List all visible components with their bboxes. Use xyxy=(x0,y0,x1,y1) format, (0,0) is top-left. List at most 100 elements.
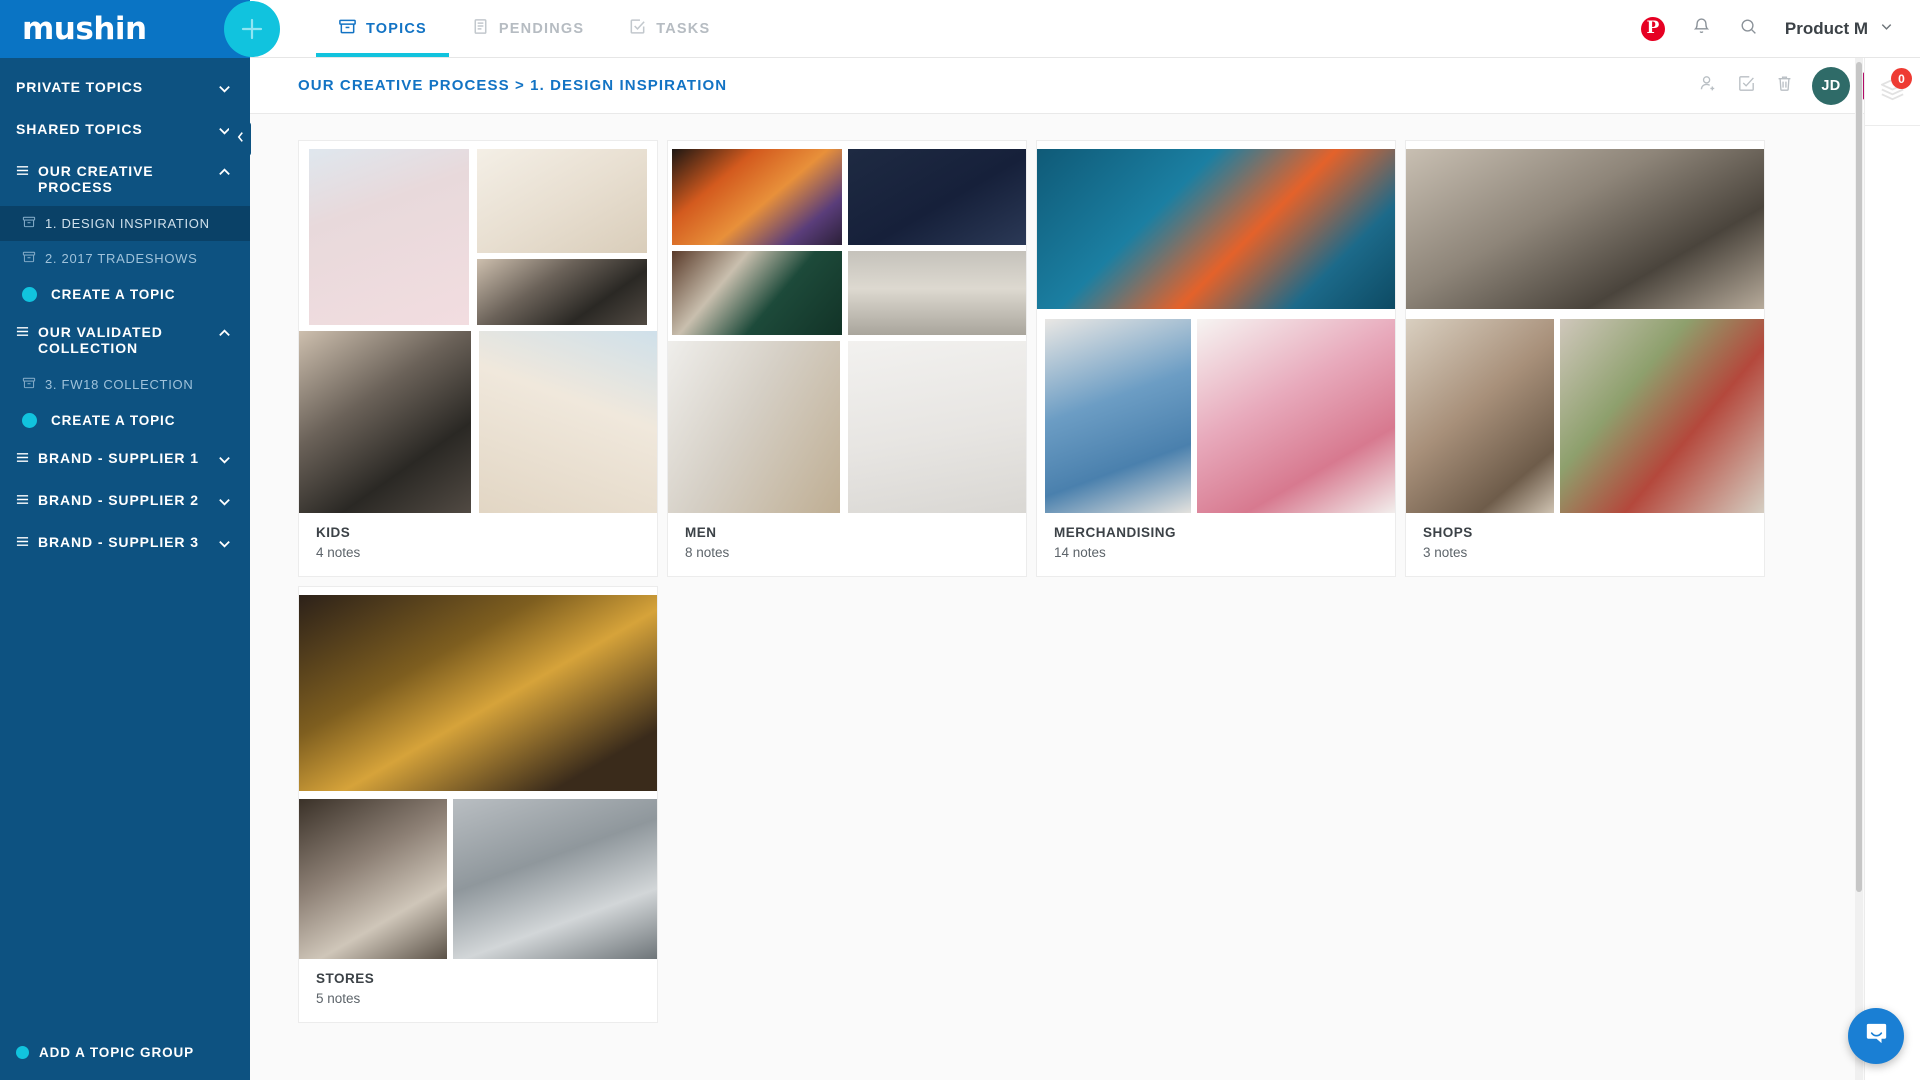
pinterest-icon[interactable]: P xyxy=(1640,16,1665,41)
search-icon[interactable] xyxy=(1738,16,1759,42)
avatar[interactable]: JD xyxy=(1812,66,1850,105)
sidebar-group-brand-supplier-2[interactable]: BRAND - SUPPLIER 2 xyxy=(0,481,250,523)
card-meta: MERCHANDISING 14 notes xyxy=(1037,513,1395,576)
topic-card[interactable]: STORES 5 notes xyxy=(298,586,658,1023)
card-note-count: 3 notes xyxy=(1423,545,1468,560)
card-title: MEN xyxy=(685,525,717,540)
brand-zone: mushin xyxy=(0,0,280,58)
thumbnail-kid-dress[interactable] xyxy=(309,149,469,325)
archive-icon xyxy=(22,215,36,232)
scrollbar-thumb[interactable] xyxy=(1856,62,1862,892)
create-topic-button[interactable]: CREATE A TOPIC xyxy=(0,276,250,313)
thumbnail-kids-duo[interactable] xyxy=(299,331,471,513)
chevron-up-icon[interactable] xyxy=(217,165,232,183)
sidebar-group-brand-supplier-3[interactable]: BRAND - SUPPLIER 3 xyxy=(0,523,250,565)
chevron-up-icon[interactable] xyxy=(217,326,232,344)
plus-dot-icon xyxy=(22,413,37,429)
chat-button[interactable] xyxy=(1848,1008,1904,1064)
drag-handle-icon[interactable] xyxy=(16,535,29,551)
topic-card[interactable]: MERCHANDISING 14 notes xyxy=(1036,140,1396,577)
breadcrumb[interactable]: OUR CREATIVE PROCESS > 1. DESIGN INSPIRA… xyxy=(298,77,727,94)
document-icon xyxy=(471,17,490,40)
sidebar-group-label: OUR CREATIVE PROCESS xyxy=(38,163,154,196)
checkbox-icon xyxy=(628,17,647,40)
sidebar-group-label: OUR VALIDATED COLLECTION xyxy=(38,324,163,357)
create-topic-button[interactable]: CREATE A TOPIC xyxy=(0,402,250,439)
card-note-count: 5 notes xyxy=(316,991,361,1006)
add-topic-group-button[interactable]: ADD A TOPIC GROUP xyxy=(0,1029,250,1080)
card-title: SHOPS xyxy=(1423,525,1473,540)
card-note-count: 8 notes xyxy=(685,545,730,560)
trash-icon[interactable] xyxy=(1774,73,1795,99)
thumbnail-navy-bomber[interactable] xyxy=(848,341,1026,513)
thumbnail-zara-collage[interactable] xyxy=(668,341,840,513)
tab-pendings[interactable]: PENDINGS xyxy=(449,0,606,57)
vertical-scrollbar[interactable] xyxy=(1855,58,1863,1080)
thumbnail-black-outfit[interactable] xyxy=(477,259,647,325)
thumbnail-blue-dress[interactable] xyxy=(1045,319,1191,513)
card-thumbnail-mosaic xyxy=(1037,141,1395,513)
card-thumbnail-mosaic xyxy=(299,587,657,959)
bell-icon[interactable] xyxy=(1691,16,1712,42)
sidebar-topic-label: 3. FW18 COLLECTION xyxy=(45,377,194,393)
add-user-icon[interactable] xyxy=(1698,73,1719,99)
drag-handle-icon[interactable] xyxy=(16,493,29,509)
layers-button[interactable]: 0 xyxy=(1865,58,1920,126)
user-menu[interactable]: Product M xyxy=(1785,19,1894,39)
sidebar-group-shared-topics[interactable]: SHARED TOPICS xyxy=(0,110,250,152)
drag-handle-icon[interactable] xyxy=(16,325,29,341)
thumbnail-navy-suit[interactable] xyxy=(848,149,1026,245)
card-meta: STORES 5 notes xyxy=(299,959,657,1022)
thumbnail-ikks-store[interactable] xyxy=(299,799,447,959)
archive-icon xyxy=(22,250,36,267)
add-button[interactable] xyxy=(224,1,280,57)
thumbnail-pink-top[interactable] xyxy=(1197,319,1395,513)
chevron-down-icon[interactable] xyxy=(217,452,232,470)
drag-handle-icon[interactable] xyxy=(16,164,29,180)
thumbnail-kid-dept[interactable] xyxy=(1406,319,1554,513)
drag-handle-icon[interactable] xyxy=(16,451,29,467)
thumbnail-striped-tee[interactable] xyxy=(848,251,1026,335)
create-topic-label: CREATE A TOPIC xyxy=(51,413,176,429)
topic-card[interactable]: KIDS 4 notes xyxy=(298,140,658,577)
thumbnail-ikks-sign[interactable] xyxy=(299,595,657,791)
sidebar-topic-2-2017-tradeshows[interactable]: 2. 2017 TRADESHOWS xyxy=(0,241,250,276)
archive-icon xyxy=(22,376,36,393)
sidebar-group-label: BRAND - SUPPLIER 1 xyxy=(38,450,199,467)
chevron-down-icon[interactable] xyxy=(217,536,232,554)
thumbnail-embroidery[interactable] xyxy=(1037,149,1395,309)
sidebar: PRIVATE TOPICS SHARED TOPICS OUR CREATIVE … xyxy=(0,58,251,1080)
tab-pendings-label: PENDINGS xyxy=(498,20,585,37)
thumbnail-cream-coat-2[interactable] xyxy=(479,331,657,513)
create-topic-label: CREATE A TOPIC xyxy=(51,287,176,303)
topic-card[interactable]: MEN 8 notes xyxy=(667,140,1027,577)
sidebar-group-private-topics[interactable]: PRIVATE TOPICS xyxy=(0,68,250,110)
sidebar-group-our-validated-collection[interactable]: OUR VALIDATED COLLECTION xyxy=(0,313,250,367)
sidebar-topic-3-fw18-collection[interactable]: 3. FW18 COLLECTION xyxy=(0,367,250,402)
thumbnail-shop-interior[interactable] xyxy=(1406,149,1764,309)
card-thumbnail-mosaic xyxy=(668,141,1026,513)
thumbnail-cream-coat[interactable] xyxy=(477,149,647,253)
select-check-icon[interactable] xyxy=(1736,73,1757,99)
thumbnail-color-rack[interactable] xyxy=(1560,319,1764,513)
thumbnail-orange-scarf[interactable] xyxy=(672,149,842,245)
sidebar-group-our-creative-process[interactable]: OUR CREATIVE PROCESS xyxy=(0,152,250,206)
layers-badge: 0 xyxy=(1891,68,1912,89)
sidebar-group-brand-supplier-1[interactable]: BRAND - SUPPLIER 1 xyxy=(0,439,250,481)
card-title: MERCHANDISING xyxy=(1054,525,1177,540)
sidebar-topic-1-design-inspiration[interactable]: 1. DESIGN INSPIRATION xyxy=(0,206,250,242)
sidebar-groups: PRIVATE TOPICS SHARED TOPICS OUR CREATIVE … xyxy=(0,58,250,1029)
sidebar-group-label: SHARED TOPICS xyxy=(16,121,143,137)
thumbnail-green-coat[interactable] xyxy=(672,251,842,335)
tab-topics[interactable]: TOPICS xyxy=(316,0,449,57)
thumbnail-ikks-window[interactable] xyxy=(453,799,657,959)
card-meta: SHOPS 3 notes xyxy=(1406,513,1764,576)
chevron-down-icon[interactable] xyxy=(217,81,232,99)
tab-tasks[interactable]: TASKS xyxy=(606,0,732,57)
card-grid: KIDS 4 notes MEN 8 notes MERCHANDISING 14 not… xyxy=(250,140,1920,1023)
chevron-down-icon[interactable] xyxy=(217,494,232,512)
archive-icon xyxy=(338,17,357,40)
topic-card[interactable]: SHOPS 3 notes xyxy=(1405,140,1765,577)
sidebar-group-label: BRAND - SUPPLIER 3 xyxy=(38,534,199,551)
sidebar-collapse-button[interactable] xyxy=(229,122,251,156)
